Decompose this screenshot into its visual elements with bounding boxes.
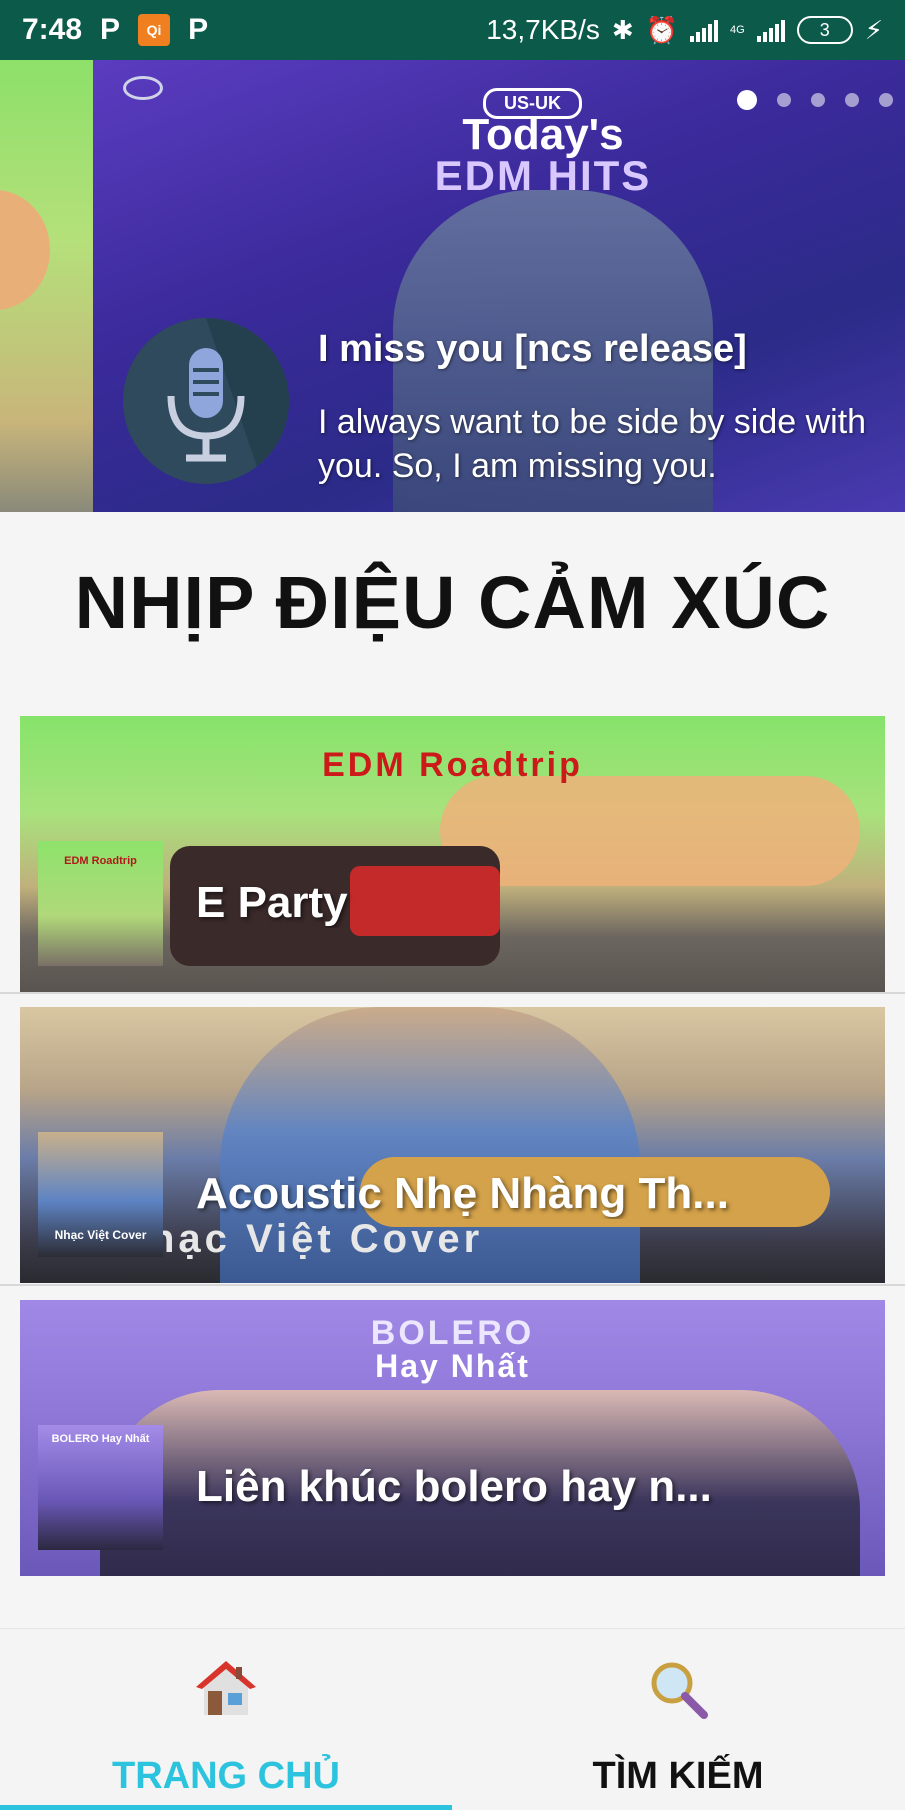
- playlist-title: Acoustic Nhẹ Nhàng Th...: [196, 1169, 729, 1218]
- cover-art-text: EDM Roadtrip: [322, 746, 583, 784]
- playlist-title: E Party: [196, 878, 348, 927]
- home-icon: [196, 1661, 256, 1715]
- bluetooth-icon: ✱: [611, 14, 634, 45]
- network-type: 4G: [730, 23, 745, 36]
- playlist-thumbnail: EDM Roadtrip: [38, 841, 163, 966]
- decorative-blob: [0, 190, 50, 310]
- nav-search[interactable]: TÌM KIẾM: [452, 1629, 904, 1810]
- hero-previous-slide[interactable]: [0, 60, 93, 512]
- nav-search-label: TÌM KIẾM: [592, 1755, 764, 1797]
- nav-active-indicator: [0, 1805, 452, 1810]
- thumbnail-text: EDM Roadtrip: [64, 855, 137, 867]
- parking-notification-icon: P: [100, 13, 121, 46]
- playlist-thumbnail: BOLERO Hay Nhất: [38, 1425, 163, 1550]
- wifi-signal-icon: [690, 18, 719, 42]
- cover-art-text: hạc Việt Cover: [150, 1217, 484, 1261]
- status-time: 7:48: [22, 13, 83, 46]
- nav-home-label: TRANG CHỦ: [112, 1755, 340, 1797]
- playlist-card[interactable]: EDM Roadtrip EDM Roadtrip E Party: [20, 716, 885, 992]
- carousel-dot-1[interactable]: [737, 90, 757, 110]
- net-speed: 13,7KB/s: [486, 14, 600, 45]
- disc-icon: [123, 76, 163, 100]
- search-icon: [651, 1662, 708, 1719]
- cover-art-shape: [440, 776, 860, 886]
- thumbnail-text: BOLERO Hay Nhất: [51, 1433, 150, 1445]
- hero-song-description: I always want to be side by side with yo…: [318, 403, 867, 485]
- hero-song-title: I miss you [ncs release]: [318, 328, 747, 370]
- playlist-card[interactable]: hạc Việt Cover Nhạc Việt Cover Acoustic …: [20, 1007, 885, 1283]
- bottom-navigation: TRANG CHỦ TÌM KIẾM: [0, 1628, 905, 1810]
- microphone-icon[interactable]: [123, 318, 289, 484]
- cover-art-subtext: Hay Nhất: [375, 1348, 530, 1384]
- alarm-off-icon: ⏰: [645, 14, 679, 45]
- hero-carousel[interactable]: US-UK Today's EDM HITS I miss you [ncs r…: [0, 60, 905, 512]
- carousel-dot-4[interactable]: [845, 93, 859, 107]
- divider: [0, 1284, 905, 1286]
- carousel-dot-5[interactable]: [879, 93, 893, 107]
- section-title: NHỊP ĐIỆU CẢM XÚC: [74, 561, 831, 644]
- playlist-card[interactable]: BOLERO Hay Nhất BOLERO Hay Nhất Liên khú…: [20, 1300, 885, 1576]
- cell-signal-icon: [756, 18, 785, 42]
- playlist-title: Liên khúc bolero hay n...: [196, 1462, 712, 1511]
- nav-home[interactable]: TRANG CHỦ: [0, 1629, 452, 1810]
- divider: [0, 992, 905, 994]
- app-notification-icon: Qi: [138, 14, 171, 46]
- battery-icon: 3: [796, 16, 853, 44]
- playlist-thumbnail: Nhạc Việt Cover: [38, 1132, 163, 1257]
- carousel-dots: [737, 90, 893, 110]
- carousel-dot-3[interactable]: [811, 93, 825, 107]
- status-bar: 7:48 P Qi P 13,7KB/s ✱ ⏰ 4G 3 ⚡: [0, 0, 905, 60]
- parking-notification-icon-2: P: [188, 13, 209, 46]
- charging-icon: ⚡: [864, 14, 883, 45]
- carousel-dot-2[interactable]: [777, 93, 791, 107]
- thumbnail-text: Nhạc Việt Cover: [54, 1228, 147, 1242]
- hero-title-line2: EDM HITS: [434, 152, 652, 199]
